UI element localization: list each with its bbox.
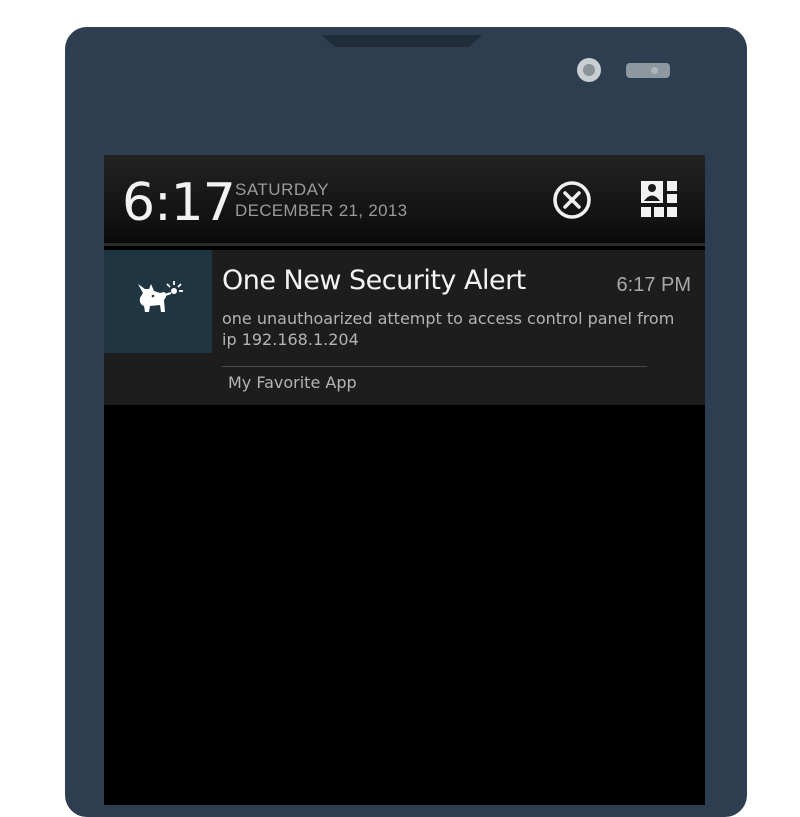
status-clock: 6:17 (122, 173, 236, 233)
notification-shade-header: 6:17 SATURDAY DECEMBER 21, 2013 (104, 155, 705, 243)
quick-settings-button[interactable] (639, 179, 681, 221)
phone-device: 6:17 SATURDAY DECEMBER 21, 2013 One New … (65, 27, 747, 817)
header-divider (104, 243, 705, 246)
front-camera (577, 58, 601, 82)
phone-screen: 6:17 SATURDAY DECEMBER 21, 2013 One New … (104, 155, 705, 805)
notification-title: One New Security Alert (222, 265, 526, 296)
proximity-sensor (626, 63, 670, 78)
security-alert-notification[interactable]: One New Security Alert 6:17 PM one unaut… (104, 250, 705, 405)
notification-body: one unauthoarized attempt to access cont… (222, 309, 675, 349)
status-day: SATURDAY (235, 180, 330, 199)
dog-app-icon (138, 281, 183, 312)
notification-time: 6:17 PM (616, 274, 691, 296)
notification-divider (222, 366, 647, 367)
quick-settings-icon (641, 181, 677, 217)
speaker-grille (322, 35, 482, 47)
notification-app-name: My Favorite App (228, 373, 357, 392)
close-circle-icon (553, 181, 591, 219)
clear-notifications-button[interactable] (551, 179, 593, 221)
app-icon-container (104, 250, 212, 353)
status-date: DECEMBER 21, 2013 (235, 201, 408, 220)
